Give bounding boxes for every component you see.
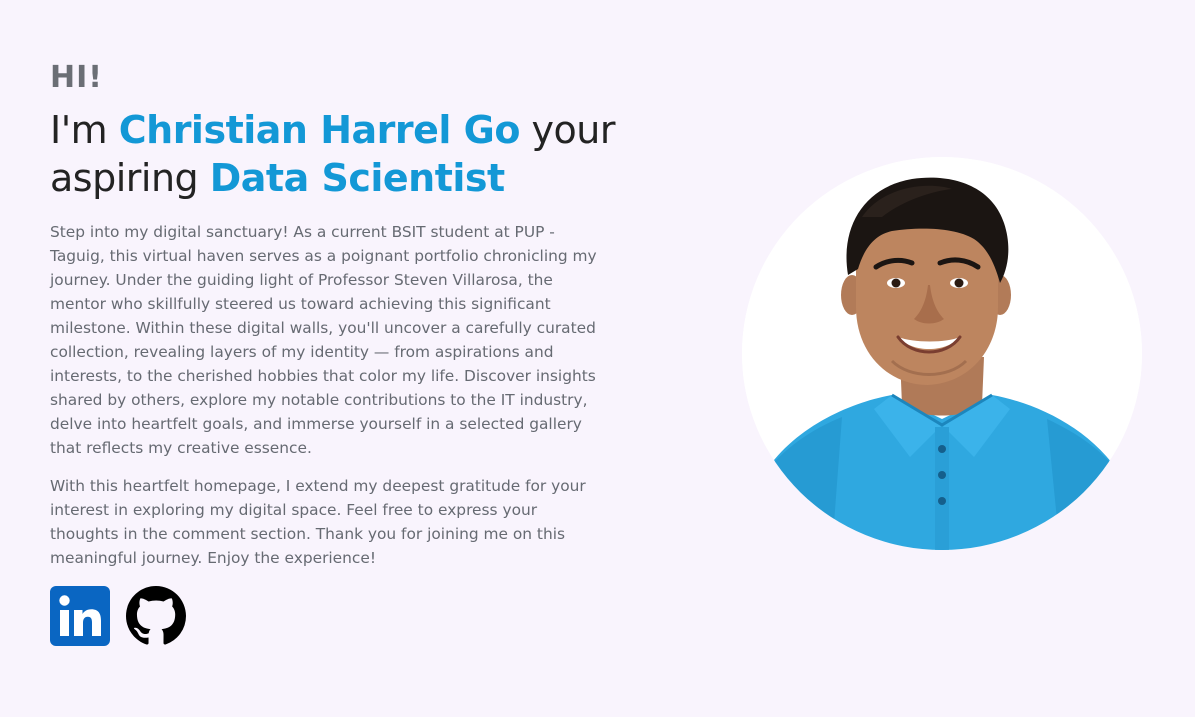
homepage: HI! I'm Christian Harrel Go your aspirin… bbox=[0, 0, 1195, 717]
linkedin-link[interactable] bbox=[50, 586, 110, 646]
bio-paragraph-2: With this heartfelt homepage, I extend m… bbox=[50, 477, 586, 567]
profile-photo bbox=[742, 157, 1142, 550]
greeting-heading: HI! bbox=[50, 60, 103, 95]
bio-paragraph-1: Step into my digital sanctuary! As a cur… bbox=[50, 223, 597, 457]
role-highlight: Data Scientist bbox=[209, 156, 505, 200]
github-icon bbox=[126, 586, 186, 645]
profile-portrait-image bbox=[742, 157, 1142, 550]
linkedin-icon bbox=[50, 586, 110, 646]
headline: I'm Christian Harrel Go your aspiring Da… bbox=[50, 106, 620, 202]
intro-section: HI! I'm Christian Harrel Go your aspirin… bbox=[50, 56, 620, 646]
headline-prefix: I'm bbox=[50, 108, 119, 152]
social-links bbox=[50, 586, 620, 646]
github-link[interactable] bbox=[126, 586, 186, 646]
name-highlight: Christian Harrel Go bbox=[118, 108, 521, 152]
